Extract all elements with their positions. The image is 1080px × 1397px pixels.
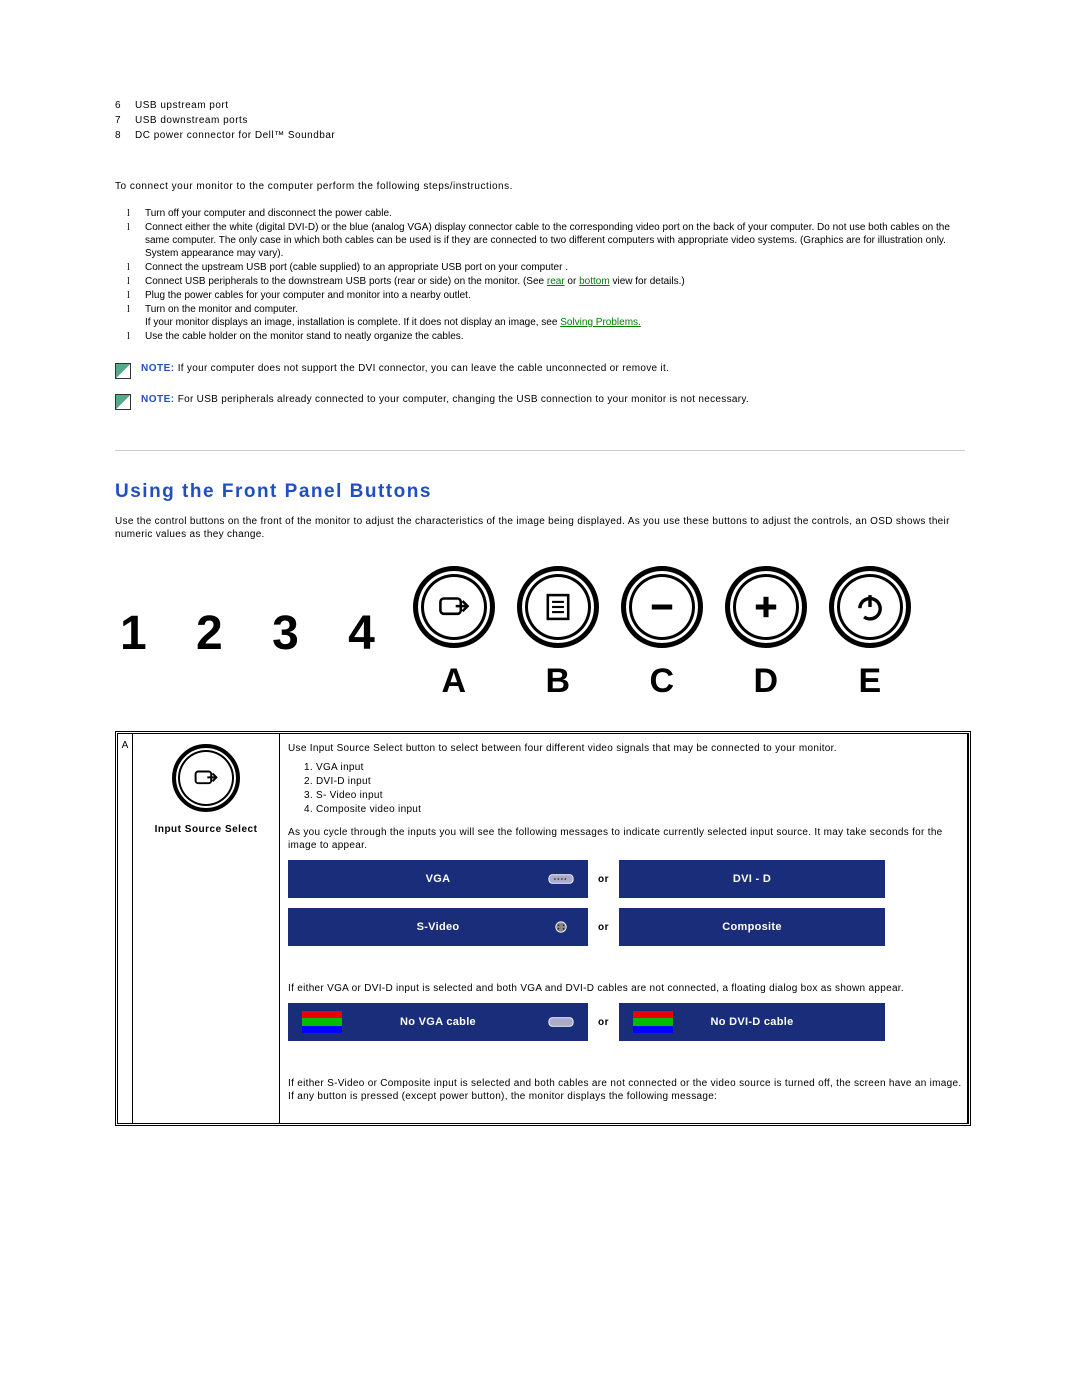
solving-problems-link[interactable]: Solving Problems. bbox=[560, 317, 641, 328]
step: Use the cable holder on the monitor stan… bbox=[145, 330, 965, 343]
button-description-table: A Input Source Select Use Input Source S… bbox=[115, 731, 971, 1126]
button-group: A B C D E bbox=[413, 566, 911, 701]
input-numbers: 1 2 3 4 bbox=[120, 606, 393, 661]
power-icon bbox=[829, 566, 911, 648]
osd-dvid: DVI - D bbox=[619, 860, 885, 898]
note: NOTE: If your computer does not support … bbox=[115, 363, 965, 379]
port-num: 6 bbox=[115, 100, 135, 111]
input-source-label: Input Source Select bbox=[133, 824, 279, 835]
connect-intro: To connect your monitor to the computer … bbox=[115, 181, 965, 192]
step: Connect either the white (digital DVI-D)… bbox=[145, 221, 965, 260]
section-intro: Use the control buttons on the front of … bbox=[115, 515, 965, 541]
input-source-icon bbox=[413, 566, 495, 648]
svideo-port-icon bbox=[548, 920, 574, 934]
separator bbox=[115, 450, 965, 451]
button-b: B bbox=[517, 566, 599, 701]
colorbars-icon bbox=[302, 1011, 342, 1033]
osd-row: No VGA cable or No DVI-D cable bbox=[288, 1003, 967, 1041]
input-source-icon bbox=[172, 744, 240, 812]
port-num: 7 bbox=[115, 115, 135, 126]
button-c: C bbox=[621, 566, 703, 701]
section-title: Using the Front Panel Buttons bbox=[115, 481, 965, 503]
note-icon bbox=[115, 363, 131, 379]
button-a: A bbox=[413, 566, 495, 701]
front-panel-diagram: 1 2 3 4 A B C D bbox=[115, 566, 965, 701]
port-label: USB upstream port bbox=[135, 100, 229, 111]
port-row: 7USB downstream ports bbox=[115, 115, 965, 126]
table-col-icon: Input Source Select bbox=[133, 734, 280, 1123]
note-icon bbox=[115, 394, 131, 410]
vga-port-icon bbox=[548, 872, 574, 886]
colorbars-icon bbox=[633, 1011, 673, 1033]
menu-icon bbox=[517, 566, 599, 648]
connection-steps: Turn off your computer and disconnect th… bbox=[115, 207, 965, 343]
table-col-letter: A bbox=[118, 734, 133, 1123]
osd-no-dvi: No DVI-D cable bbox=[619, 1003, 885, 1041]
port-row: 6USB upstream port bbox=[115, 100, 965, 111]
port-num: 8 bbox=[115, 130, 135, 141]
step: Turn off your computer and disconnect th… bbox=[145, 207, 965, 220]
osd-row: S-Video or Composite bbox=[288, 908, 967, 946]
port-label: USB downstream ports bbox=[135, 115, 248, 126]
rear-link[interactable]: rear bbox=[547, 276, 565, 287]
port-label: DC power connector for Dell™ Soundbar bbox=[135, 130, 335, 141]
osd-svideo: S-Video bbox=[288, 908, 588, 946]
osd-row: VGA or DVI - D bbox=[288, 860, 967, 898]
step: Connect USB peripherals to the downstrea… bbox=[145, 275, 965, 288]
minus-icon bbox=[621, 566, 703, 648]
table-col-desc: Use Input Source Select button to select… bbox=[280, 734, 968, 1123]
bottom-link[interactable]: bottom bbox=[579, 276, 610, 287]
button-d: D bbox=[725, 566, 807, 701]
plus-icon bbox=[725, 566, 807, 648]
input-list: VGA input DVI-D input S- Video input Com… bbox=[288, 761, 967, 816]
port-list: 6USB upstream port 7USB downstream ports… bbox=[115, 100, 965, 141]
osd-vga: VGA bbox=[288, 860, 588, 898]
step: Connect the upstream USB port (cable sup… bbox=[145, 261, 965, 274]
osd-no-vga: No VGA cable bbox=[288, 1003, 588, 1041]
osd-composite: Composite bbox=[619, 908, 885, 946]
step: Plug the power cables for your computer … bbox=[145, 289, 965, 302]
step: Turn on the monitor and computer.If your… bbox=[145, 303, 965, 329]
port-row: 8DC power connector for Dell™ Soundbar bbox=[115, 130, 965, 141]
note: NOTE: For USB peripherals already connec… bbox=[115, 394, 965, 410]
vga-port-icon bbox=[548, 1015, 574, 1029]
button-e: E bbox=[829, 566, 911, 701]
